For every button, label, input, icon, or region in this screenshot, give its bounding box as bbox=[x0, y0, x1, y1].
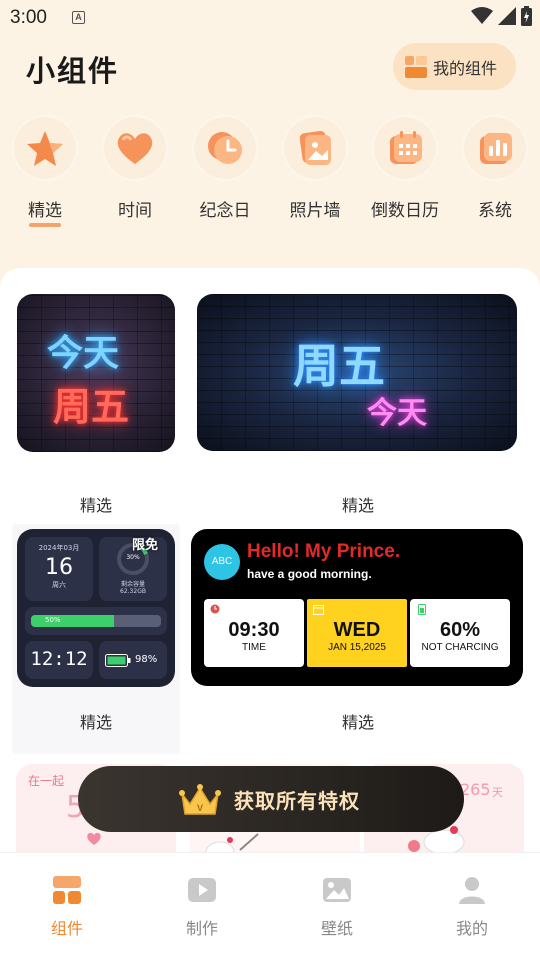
widget-card[interactable]: 周五 今天 精选 bbox=[190, 288, 526, 515]
clock-box: 12:12 bbox=[25, 641, 93, 679]
category-row: 精选 时间 纪念日 照片墙 倒数日历 系统 bbox=[0, 112, 540, 227]
clock-time: 12:12 bbox=[30, 648, 88, 670]
page-title: 小组件 bbox=[26, 54, 120, 88]
nav-label: 壁纸 bbox=[320, 919, 353, 938]
my-widgets-button[interactable]: 我的组件 bbox=[393, 43, 516, 90]
peek-left-text: 在一起 bbox=[28, 774, 65, 788]
category-anniversary[interactable]: 纪念日 bbox=[190, 112, 260, 221]
card-label: 精选 bbox=[79, 713, 112, 732]
neon-line-2: 今天 bbox=[367, 396, 427, 431]
phone-info-widget-preview: 2024年03月 16 周六 30% 剩余容量 62.32GB 限免 50% 1… bbox=[17, 529, 175, 687]
card-label: 精选 bbox=[341, 713, 374, 732]
get-all-privileges-button[interactable]: V 获取所有特权 bbox=[78, 766, 464, 832]
category-label: 时间 bbox=[118, 201, 152, 221]
play-icon bbox=[188, 878, 216, 902]
category-time[interactable]: 时间 bbox=[100, 112, 170, 221]
calendar-icon bbox=[390, 131, 422, 164]
volume-fill bbox=[31, 615, 115, 627]
star-icon bbox=[27, 131, 63, 166]
date-weekday: 周六 bbox=[52, 581, 66, 589]
time-cell: 09:30 TIME bbox=[204, 599, 304, 667]
status-bar: 3:00 A bbox=[0, 0, 540, 36]
neon-today-friday-preview: 今天 周五 bbox=[17, 294, 175, 452]
category-photo-wall[interactable]: 照片墙 bbox=[280, 112, 350, 221]
date-day: 16 bbox=[45, 555, 73, 580]
category-label: 系统 bbox=[478, 201, 512, 221]
free-badge: 限免 bbox=[132, 538, 159, 553]
widget-card[interactable]: ABC Hello! My Prince. have a good mornin… bbox=[190, 524, 526, 754]
weekday-value: WED bbox=[333, 619, 381, 641]
bottom-navigation: 组件 制作 壁纸 我的 bbox=[0, 852, 540, 960]
neon-friday-today-preview: 周五 今天 bbox=[197, 294, 517, 451]
calendar-icon bbox=[313, 605, 324, 615]
category-featured[interactable]: 精选 bbox=[10, 112, 80, 227]
hello-prince-widget-preview: ABC Hello! My Prince. have a good mornin… bbox=[191, 529, 523, 686]
battery-value: 60% bbox=[439, 619, 481, 641]
charging-label: NOT CHARCING bbox=[421, 642, 499, 653]
widgets-icon bbox=[405, 55, 427, 78]
clock-icon bbox=[208, 132, 242, 164]
category-system[interactable]: 系统 bbox=[460, 112, 530, 221]
clock-icon bbox=[210, 604, 220, 614]
battery-icon bbox=[105, 654, 131, 667]
category-label: 精选 bbox=[28, 201, 62, 221]
date-cell: WED JAN 15,2025 bbox=[307, 599, 407, 667]
image-icon bbox=[323, 878, 351, 902]
heart-icon bbox=[117, 133, 153, 164]
date-label: JAN 15,2025 bbox=[328, 642, 386, 653]
chart-icon bbox=[480, 133, 512, 164]
heart-icon bbox=[87, 832, 101, 845]
battery-box: 98% bbox=[99, 641, 167, 679]
nav-create[interactable]: 制作 bbox=[157, 867, 247, 939]
nav-label: 组件 bbox=[50, 919, 83, 938]
time-value: 09:30 bbox=[228, 619, 280, 641]
user-icon bbox=[459, 877, 485, 904]
svg-text:V: V bbox=[197, 803, 203, 813]
crown-icon: V bbox=[179, 784, 221, 815]
date-header: 2024年03月 bbox=[38, 544, 80, 552]
volume-value: 50% bbox=[45, 616, 61, 624]
hello-subtitle: have a good morning. bbox=[247, 567, 372, 581]
neon-line-2: 周五 bbox=[53, 385, 130, 429]
neon-line-1: 周五 bbox=[293, 339, 385, 393]
hello-title: Hello! My Prince. bbox=[247, 541, 401, 562]
category-label: 纪念日 bbox=[199, 201, 251, 221]
battery-icon bbox=[418, 604, 426, 615]
promo-label: 获取所有特权 bbox=[234, 788, 360, 813]
battery-charging-icon bbox=[521, 6, 532, 26]
storage-label: 剩余容量 bbox=[120, 581, 145, 588]
photo-icon bbox=[299, 130, 331, 165]
storage-value: 62.32GB bbox=[120, 588, 146, 595]
nav-wallpaper[interactable]: 壁纸 bbox=[292, 867, 382, 939]
nav-widgets[interactable]: 组件 bbox=[22, 867, 112, 939]
widget-card[interactable]: 今天 周五 精选 bbox=[12, 288, 180, 515]
battery-value: 98% bbox=[135, 654, 158, 665]
peek-right-number: 265 bbox=[460, 780, 491, 799]
nav-profile[interactable]: 我的 bbox=[427, 867, 517, 939]
nav-label: 我的 bbox=[455, 919, 488, 938]
my-widgets-label: 我的组件 bbox=[433, 58, 498, 78]
category-label: 倒数日历 bbox=[371, 201, 439, 221]
accessibility-a-icon: A bbox=[72, 11, 85, 24]
date-box: 2024年03月 16 周六 bbox=[25, 537, 93, 601]
card-label: 精选 bbox=[79, 496, 112, 515]
nav-label: 制作 bbox=[185, 919, 218, 938]
avatar: ABC bbox=[204, 544, 240, 580]
active-indicator bbox=[29, 223, 61, 227]
status-time: 3:00 bbox=[10, 7, 47, 28]
volume-track: 50% bbox=[31, 615, 161, 627]
volume-box: 50% bbox=[25, 607, 167, 635]
widget-card[interactable]: 2024年03月 16 周六 30% 剩余容量 62.32GB 限免 50% 1… bbox=[12, 524, 180, 754]
category-countdown-calendar[interactable]: 倒数日历 bbox=[370, 112, 440, 221]
storage-pct: 30% bbox=[126, 554, 140, 561]
category-label: 照片墙 bbox=[289, 201, 341, 221]
widgets-icon bbox=[53, 876, 81, 904]
wifi-icon bbox=[471, 7, 493, 24]
battery-cell: 60% NOT CHARCING bbox=[410, 599, 510, 667]
time-label: TIME bbox=[242, 642, 266, 653]
card-label: 精选 bbox=[341, 496, 374, 515]
peek-right-unit: 天 bbox=[492, 786, 503, 799]
cell-signal-icon bbox=[498, 7, 516, 25]
neon-line-1: 今天 bbox=[47, 333, 120, 374]
